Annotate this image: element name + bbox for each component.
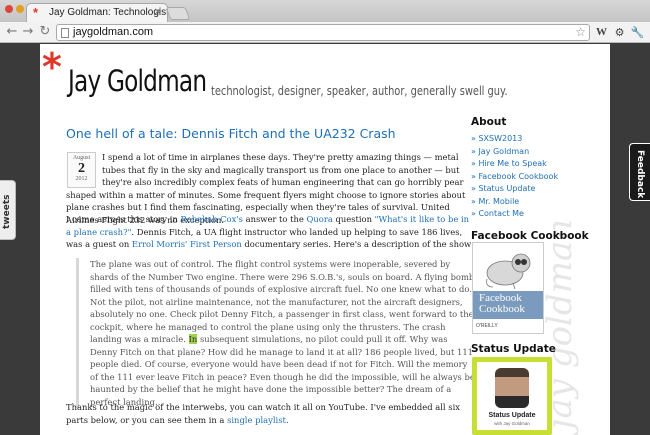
p3-text: . <box>285 414 289 425</box>
tab-title: Jay Goldman: Technologist, <box>49 7 168 18</box>
post-title-link[interactable]: One hell of a tale: Dennis Fitch and the… <box>66 126 396 141</box>
first-person-link[interactable]: Errol Morris' First Person <box>132 239 242 249</box>
browser-tab-strip: * Jay Goldman: Technologist, ✕ <box>0 0 650 22</box>
feedback-label: Feedback <box>635 150 645 199</box>
address-url: jaygoldman.com <box>73 26 154 38</box>
sidebar-item-contact[interactable]: » Contact Me <box>471 208 606 221</box>
new-tab-button[interactable] <box>165 7 191 20</box>
sidebar-item-facebook-cookbook[interactable]: » Facebook Cookbook <box>471 171 606 184</box>
playlist-link[interactable]: single playlist <box>227 415 286 425</box>
forward-arrow-icon[interactable]: → <box>20 25 36 40</box>
sidebar-item-status-update[interactable]: » Status Update <box>471 183 606 196</box>
tweets-side-tab[interactable]: tweets <box>0 180 16 240</box>
status-update-badge[interactable]: Status Update with Jay Goldman <box>472 357 552 435</box>
facebook-cookbook-heading: Facebook Cookbook <box>471 230 589 242</box>
site-tagline: technologist, designer, speaker, author,… <box>211 84 508 98</box>
extension-w-icon[interactable]: W <box>594 25 609 40</box>
browser-tab[interactable]: * Jay Goldman: Technologist, ✕ <box>26 3 168 22</box>
site-title[interactable]: Jay Goldman <box>68 64 207 98</box>
tweets-label: tweets <box>2 194 12 229</box>
p2-text: question <box>332 214 375 224</box>
bookmark-star-icon[interactable]: ☆ <box>575 25 586 40</box>
minimize-window-dot[interactable] <box>16 5 24 13</box>
web-page: jay goldman * Jay Goldman technologist, … <box>40 44 610 435</box>
sidebar: About » SXSW2013 » Jay Goldman » Hire Me… <box>471 116 606 221</box>
badge-title: Status Update <box>488 412 536 419</box>
post-paragraph-3: Thanks to the magic of the interwebs, yo… <box>66 401 476 426</box>
close-window-dot[interactable] <box>5 5 13 13</box>
feedback-side-tab[interactable]: Feedback <box>629 143 650 201</box>
quote-text: The plane was out of control. The flight… <box>90 259 475 344</box>
browser-toolbar: ← → ↻ jaygoldman.com ☆ W ⚙ 🔧 <box>0 22 650 43</box>
rebekah-cox-link[interactable]: Rebekah Cox's <box>180 214 242 224</box>
highlighted-word: In <box>188 334 198 344</box>
author-photo <box>495 368 529 408</box>
slow-loris-icon <box>486 253 531 289</box>
page-icon <box>61 28 69 38</box>
p2-text: I came across this story in <box>66 214 181 224</box>
favicon-icon: * <box>33 5 39 20</box>
status-update-heading: Status Update <box>471 343 556 355</box>
about-heading: About <box>471 116 507 128</box>
address-bar[interactable]: jaygoldman.com ☆ <box>56 24 590 41</box>
sidebar-item-jay-goldman[interactable]: » Jay Goldman <box>471 146 606 159</box>
wrench-icon[interactable]: 🔧 <box>630 25 645 40</box>
book-title: Facebook Cookbook <box>479 292 525 315</box>
sidebar-item-mr-mobile[interactable]: » Mr. Mobile <box>471 196 606 209</box>
sidebar-item-hire-me[interactable]: » Hire Me to Speak <box>471 158 606 171</box>
logo-asterisk-icon[interactable]: * <box>42 48 62 86</box>
date-float-spacer <box>66 151 102 187</box>
badge-subtitle: with Jay Goldman <box>494 421 530 426</box>
post-paragraph-2: I came across this story in Rebekah Cox'… <box>66 213 476 251</box>
gear-icon[interactable]: ⚙ <box>612 25 627 40</box>
facebook-cookbook-cover[interactable]: Facebook Cookbook O'REILLY <box>472 242 544 334</box>
quora-link[interactable]: Quora <box>307 214 333 224</box>
p2-text: documentary series. Here's a description… <box>241 239 475 249</box>
quote-text: subsequent simulations, no pilot could p… <box>90 334 475 407</box>
book-publisher: O'REILLY <box>476 323 498 329</box>
tab-close-icon[interactable]: ✕ <box>154 7 162 18</box>
show-description-quote: The plane was out of control. The flight… <box>76 258 476 408</box>
p2-text: answer to the <box>242 214 307 224</box>
about-links: » SXSW2013 » Jay Goldman » Hire Me to Sp… <box>471 133 606 221</box>
back-arrow-icon[interactable]: ← <box>4 25 20 40</box>
reload-icon[interactable]: ↻ <box>37 25 53 40</box>
sidebar-item-sxsw[interactable]: » SXSW2013 <box>471 133 606 146</box>
